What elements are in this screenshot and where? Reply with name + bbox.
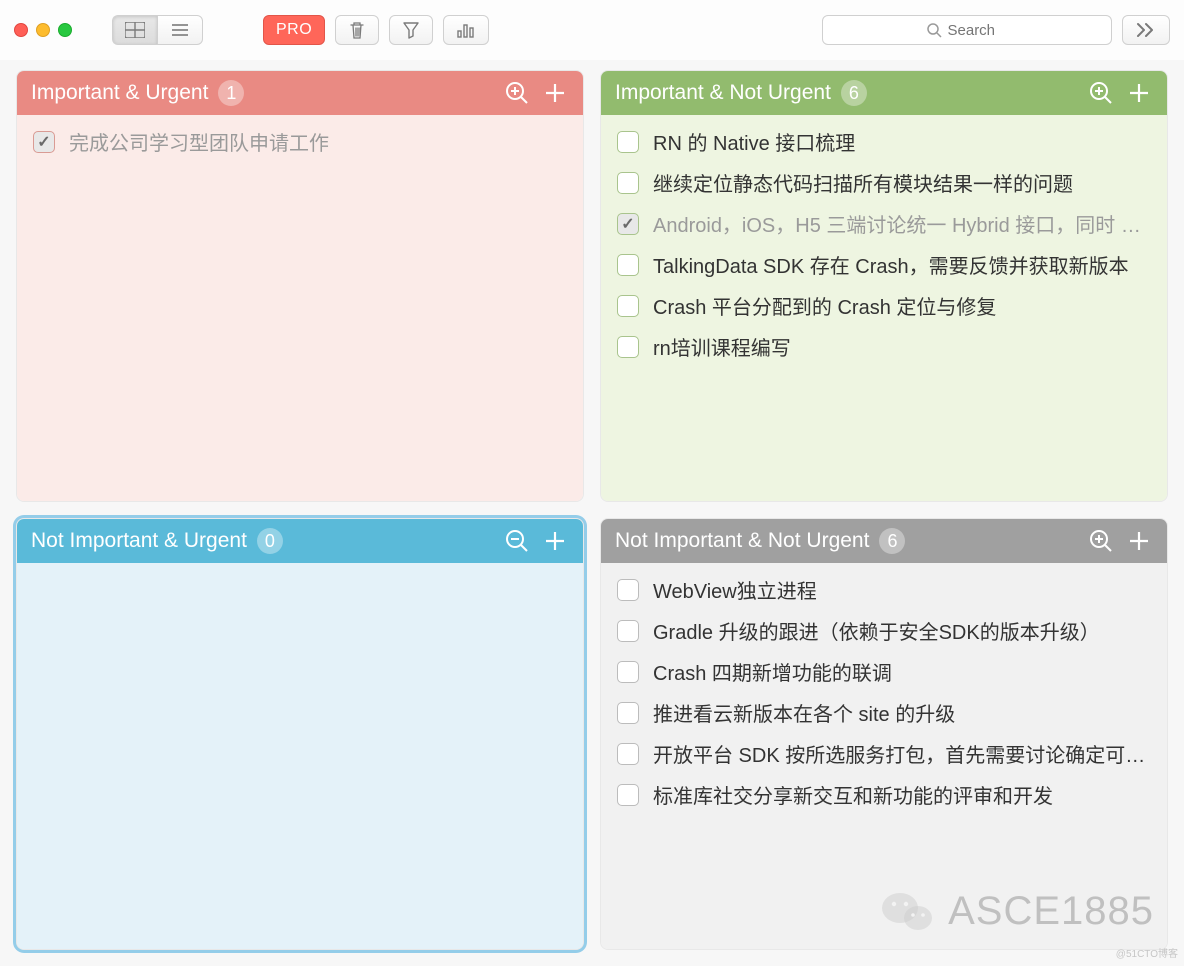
quadrant-q2[interactable]: Important & Not Urgent 6 RN 的 Native 接口梳理继… [600,70,1168,502]
window-controls [14,23,72,37]
task-row[interactable]: Crash 平台分配到的 Crash 定位与修复 [601,285,1167,326]
toolbar: PRO [0,0,1184,60]
plus-icon [543,529,567,553]
task-text: Gradle 升级的跟进（依赖于安全SDK的版本升级） [653,616,1151,645]
task-row[interactable]: Gradle 升级的跟进（依赖于安全SDK的版本升级） [601,610,1167,651]
task-row[interactable]: rn培训课程编写 [601,326,1167,367]
task-text: 完成公司学习型团队申请工作 [69,127,567,156]
quadrant-q3[interactable]: Not Important & Urgent 0 [16,518,584,950]
task-row[interactable]: TalkingData SDK 存在 Crash，需要反馈并获取新版本 [601,244,1167,285]
stats-button[interactable] [443,15,489,45]
task-text: TalkingData SDK 存在 Crash，需要反馈并获取新版本 [653,250,1151,279]
task-text: Crash 四期新增功能的联调 [653,657,1151,686]
task-text: Android，iOS，H5 三端讨论统一 Hybrid 接口，同时 H... [653,209,1151,238]
search-field[interactable] [822,15,1112,45]
task-checkbox[interactable] [617,254,639,276]
task-text: 开放平台 SDK 按所选服务打包，首先需要讨论确定可以... [653,739,1151,768]
zoom-in-button[interactable] [1087,79,1115,107]
quadrant-body: 完成公司学习型团队申请工作 [17,115,583,501]
add-task-button[interactable] [541,527,569,555]
task-checkbox[interactable] [617,172,639,194]
zoom-in-button[interactable] [503,79,531,107]
quadrant-body: WebView独立进程 Gradle 升级的跟进（依赖于安全SDK的版本升级） Cr… [601,563,1167,949]
zoom-in-icon [504,80,530,106]
grid-icon [125,22,145,38]
quadrant-header: Important & Urgent 1 [17,71,583,115]
zoom-out-icon [504,528,530,554]
add-task-button[interactable] [1125,527,1153,555]
plus-icon [1127,529,1151,553]
quadrant-body [17,563,583,949]
plus-icon [1127,81,1151,105]
list-icon [170,22,190,38]
add-task-button[interactable] [541,79,569,107]
task-text: Crash 平台分配到的 Crash 定位与修复 [653,291,1151,320]
quadrant-count-badge: 0 [257,528,283,554]
task-checkbox[interactable] [617,295,639,317]
task-checkbox[interactable] [617,743,639,765]
task-text: 标准库社交分享新交互和新功能的评审和开发 [653,780,1151,809]
task-checkbox[interactable] [617,702,639,724]
zoom-out-button[interactable] [503,527,531,555]
quadrant-header: Not Important & Urgent 0 [17,519,583,563]
close-window-button[interactable] [14,23,28,37]
task-checkbox[interactable] [617,620,639,642]
quadrant-q4[interactable]: Not Important & Not Urgent 6 WebView独立进程 Gr… [600,518,1168,950]
task-row[interactable]: 推进看云新版本在各个 site 的升级 [601,692,1167,733]
task-text: RN 的 Native 接口梳理 [653,127,1151,156]
quadrant-q1[interactable]: Important & Urgent 1 完成公司学习型团队申请工作 [16,70,584,502]
task-text: rn培训课程编写 [653,332,1151,361]
task-row[interactable]: WebView独立进程 [601,569,1167,610]
task-row[interactable]: 开放平台 SDK 按所选服务打包，首先需要讨论确定可以... [601,733,1167,774]
task-row[interactable]: Crash 四期新增功能的联调 [601,651,1167,692]
plus-icon [543,81,567,105]
task-checkbox[interactable] [617,784,639,806]
task-checkbox[interactable] [33,131,55,153]
grid-view-button[interactable] [112,15,157,45]
quadrant-header: Important & Not Urgent 6 [601,71,1167,115]
quadrant-title: Important & Not Urgent [615,81,831,105]
zoom-in-icon [1088,80,1114,106]
task-row[interactable]: RN 的 Native 接口梳理 [601,121,1167,162]
list-view-button[interactable] [157,15,203,45]
more-button[interactable] [1122,15,1170,45]
task-row[interactable]: 继续定位静态代码扫描所有模块结果一样的问题 [601,162,1167,203]
quadrant-body: RN 的 Native 接口梳理继续定位静态代码扫描所有模块结果一样的问题 And… [601,115,1167,501]
bar-chart-icon [456,21,476,39]
chevron-double-right-icon [1135,22,1157,38]
search-icon [927,23,942,38]
quadrant-count-badge: 6 [879,528,905,554]
fullscreen-window-button[interactable] [58,23,72,37]
task-row[interactable]: Android，iOS，H5 三端讨论统一 Hybrid 接口，同时 H... [601,203,1167,244]
delete-button[interactable] [335,15,379,45]
task-row[interactable]: 标准库社交分享新交互和新功能的评审和开发 [601,774,1167,815]
funnel-icon [402,21,420,39]
quadrant-count-badge: 1 [218,80,244,106]
search-input[interactable] [948,22,1008,39]
zoom-in-icon [1088,528,1114,554]
pro-button[interactable]: PRO [263,15,325,45]
quadrant-title: Not Important & Not Urgent [615,529,869,553]
trash-icon [348,20,366,40]
zoom-in-button[interactable] [1087,527,1115,555]
quadrant-count-badge: 6 [841,80,867,106]
quadrant-header: Not Important & Not Urgent 6 [601,519,1167,563]
quadrant-title: Important & Urgent [31,81,208,105]
task-checkbox[interactable] [617,661,639,683]
task-text: 继续定位静态代码扫描所有模块结果一样的问题 [653,168,1151,197]
task-checkbox[interactable] [617,579,639,601]
quadrant-grid: Important & Urgent1完成公司学习型团队申请工作Importan… [0,60,1184,966]
minimize-window-button[interactable] [36,23,50,37]
view-mode-segmented [112,15,203,45]
task-checkbox[interactable] [617,213,639,235]
task-checkbox[interactable] [617,336,639,358]
task-row[interactable]: 完成公司学习型团队申请工作 [17,121,583,162]
task-checkbox[interactable] [617,131,639,153]
quadrant-title: Not Important & Urgent [31,529,247,553]
add-task-button[interactable] [1125,79,1153,107]
task-text: WebView独立进程 [653,575,1151,604]
filter-button[interactable] [389,15,433,45]
task-text: 推进看云新版本在各个 site 的升级 [653,698,1151,727]
